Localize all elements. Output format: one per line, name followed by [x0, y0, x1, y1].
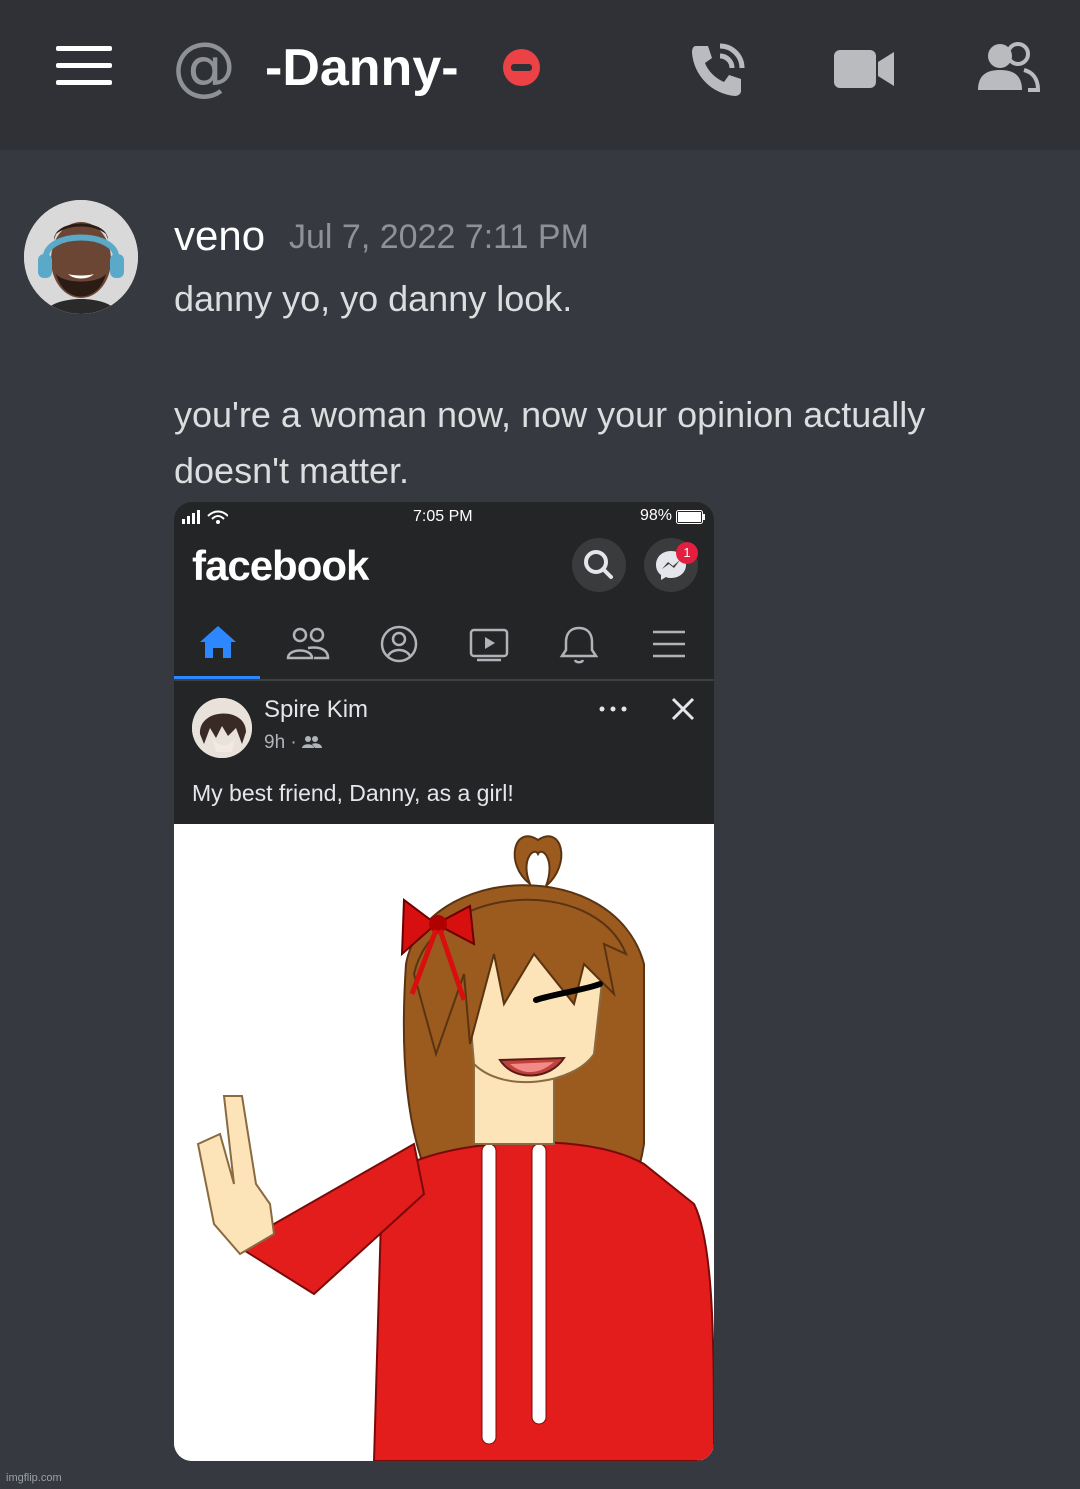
friends-audience-icon: [302, 736, 323, 748]
profile-icon: [380, 625, 418, 663]
post-author-avatar[interactable]: [192, 698, 252, 758]
signal-wifi-icon: [182, 510, 228, 524]
video-icon: [469, 628, 509, 662]
message-timestamp: Jul 7, 2022 7:11 PM: [289, 218, 589, 256]
channel-title: -Danny-: [265, 39, 459, 97]
fb-tab-bar: [174, 612, 714, 680]
call-icon[interactable]: [688, 40, 748, 100]
messenger-badge: 1: [676, 542, 698, 564]
tab-profile[interactable]: [354, 612, 444, 680]
tab-home[interactable]: [174, 612, 264, 680]
message-line-1: danny yo, yo danny look.: [174, 278, 573, 319]
search-icon: [584, 550, 613, 579]
facebook-logo: facebook: [192, 542, 369, 589]
watermark: imgflip.com: [6, 1472, 62, 1484]
close-icon[interactable]: [670, 696, 696, 722]
bell-icon: [559, 626, 599, 664]
message-line-3: doesn't matter.: [174, 450, 410, 491]
post-text: My best friend, Danny, as a girl!: [192, 780, 514, 806]
post-author-name[interactable]: Spire Kim: [264, 696, 368, 724]
tab-watch[interactable]: [444, 612, 534, 680]
menu-icon: [653, 630, 685, 658]
friends-icon: [286, 627, 330, 660]
tab-menu[interactable]: [624, 612, 714, 680]
post-time-label: 9h ·: [264, 732, 297, 753]
tab-notifications[interactable]: [534, 612, 624, 680]
channel-header: @ -Danny-: [0, 0, 1080, 150]
user-avatar[interactable]: [24, 200, 138, 314]
post-time: 9h ·: [264, 732, 323, 754]
fb-messenger-button[interactable]: 1: [644, 538, 698, 592]
image-attachment[interactable]: 7:05 PM 98% facebook 1 Spire Kim 9h · My…: [174, 502, 714, 1461]
do-not-disturb-status-icon: [503, 49, 540, 86]
fb-search-button[interactable]: [572, 538, 626, 592]
home-icon: [200, 626, 236, 658]
at-icon: @: [172, 30, 236, 104]
video-call-icon[interactable]: [832, 40, 896, 100]
battery-percent: 98%: [640, 507, 673, 524]
battery-icon: [676, 510, 705, 524]
divider: [174, 679, 714, 681]
message-line-2: you're a woman now, now your opinion act…: [174, 394, 926, 435]
hamburger-menu-icon[interactable]: [56, 46, 112, 86]
more-options-icon[interactable]: [596, 702, 630, 716]
post-image[interactable]: [174, 824, 714, 1461]
tab-friends[interactable]: [264, 612, 354, 680]
status-time: 7:05 PM: [413, 508, 473, 525]
message-author[interactable]: veno: [174, 212, 265, 260]
anime-girl-drawing: [174, 824, 714, 1461]
members-icon[interactable]: [976, 40, 1040, 100]
phone-status-bar: 7:05 PM 98%: [174, 502, 714, 532]
